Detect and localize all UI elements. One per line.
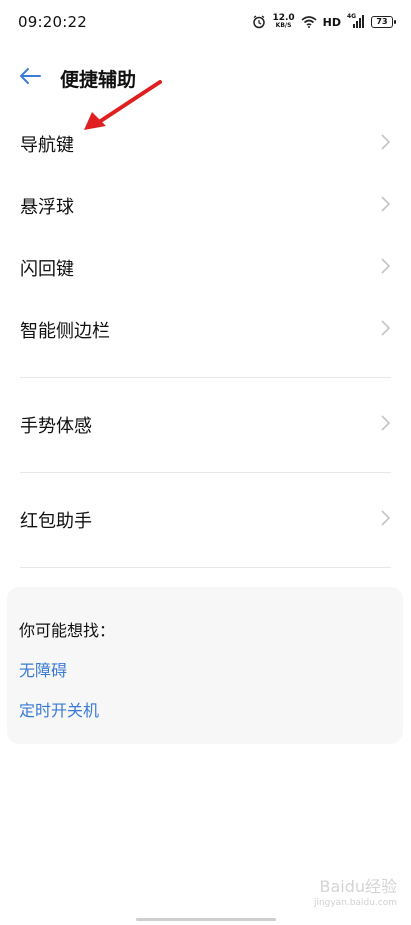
watermark-logo-text: Baidu经验	[319, 877, 397, 896]
menu-item-label: 红包助手	[20, 511, 92, 532]
signal-icon: 4G	[347, 13, 365, 29]
menu-item-label: 手势体感	[20, 416, 92, 437]
menu-item-label: 导航键	[20, 135, 74, 156]
menu-item-smart-sidebar[interactable]: 智能侧边栏	[0, 299, 411, 361]
back-button[interactable]	[6, 54, 54, 102]
menu-item-label: 智能侧边栏	[20, 321, 110, 342]
settings-menu-list: 导航键 悬浮球 闪回键 智能侧边栏 手势体感 红包助手	[0, 113, 411, 568]
suggestion-link-scheduled-power[interactable]: 定时开关机	[19, 697, 391, 721]
hd-indicator: HD	[322, 15, 341, 29]
chevron-right-icon	[379, 320, 391, 340]
settings-screen: 09:20:22 12.0 KB/S HD 4G 73 便捷辅助 导航键 悬浮球…	[0, 0, 411, 925]
page-title: 便捷辅助	[60, 68, 137, 91]
status-bar: 09:20:22 12.0 KB/S HD 4G 73	[0, 0, 411, 44]
home-indicator[interactable]	[136, 918, 276, 921]
battery-icon: 73	[371, 16, 396, 28]
menu-item-navigation-keys[interactable]: 导航键	[0, 113, 411, 175]
wifi-icon	[301, 16, 317, 28]
arrow-left-icon	[19, 67, 41, 89]
suggestion-link-accessibility[interactable]: 无障碍	[19, 657, 391, 681]
alarm-icon	[252, 15, 266, 29]
status-time: 09:20:22	[18, 13, 87, 31]
menu-item-gesture-motion[interactable]: 手势体感	[0, 394, 411, 456]
watermark-url: jingyan.baidu.com	[313, 898, 397, 908]
suggestions-heading: 你可能想找：	[19, 621, 116, 640]
chevron-right-icon	[379, 510, 391, 530]
chevron-right-icon	[379, 196, 391, 216]
menu-item-label: 闪回键	[20, 259, 74, 280]
net-speed-unit: KB/S	[275, 22, 292, 29]
menu-item-red-packet-assistant[interactable]: 红包助手	[0, 489, 411, 551]
header: 便捷辅助	[0, 50, 411, 106]
net-speed-value: 12.0	[272, 13, 295, 23]
chevron-right-icon	[379, 258, 391, 278]
net-speed: 12.0 KB/S	[272, 14, 294, 30]
divider	[20, 567, 391, 568]
menu-item-label: 悬浮球	[20, 197, 74, 218]
menu-item-floating-ball[interactable]: 悬浮球	[0, 175, 411, 237]
status-icons: 12.0 KB/S HD 4G 73	[252, 13, 396, 30]
watermark: Baidu经验 jingyan.baidu.com	[314, 879, 397, 911]
suggestions-card: 你可能想找： 无障碍 定时开关机	[7, 587, 403, 744]
chevron-right-icon	[379, 415, 391, 435]
chevron-right-icon	[379, 134, 391, 154]
menu-item-flashback-key[interactable]: 闪回键	[0, 237, 411, 299]
